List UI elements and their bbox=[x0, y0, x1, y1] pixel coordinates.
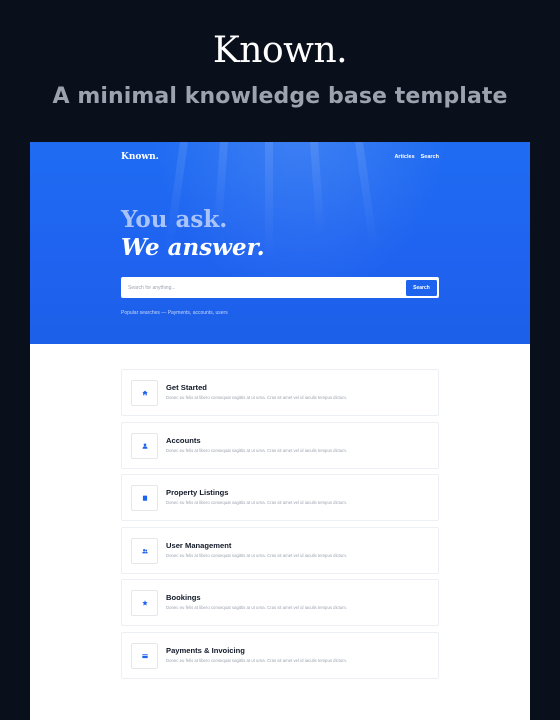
category-description: Donec eu felis at libero consequat sagit… bbox=[166, 657, 348, 663]
search-bar: Search bbox=[121, 277, 439, 298]
building-icon bbox=[131, 485, 158, 512]
category-description: Donec eu felis at libero consequat sagit… bbox=[166, 395, 348, 400]
category-card-accounts[interactable]: Accounts Donec eu felis at libero conseq… bbox=[121, 421, 439, 469]
top-nav: Known. Articles Search bbox=[121, 151, 439, 163]
star-icon bbox=[131, 590, 158, 617]
category-title: User Management bbox=[166, 540, 232, 550]
category-description: Donec eu felis at libero consequat sagit… bbox=[166, 605, 348, 611]
site-preview-frame: Known. Articles Search You ask. We answe… bbox=[30, 142, 530, 720]
search-button[interactable]: Search bbox=[406, 279, 437, 296]
headline-line-1: You ask. bbox=[121, 206, 228, 233]
category-title: Bookings bbox=[166, 593, 201, 603]
category-list: Get Started Donec eu felis at libero con… bbox=[121, 369, 439, 685]
nav-links: Articles Search bbox=[394, 154, 439, 160]
promo-subtitle: A minimal knowledge base template bbox=[52, 84, 508, 109]
promo-title: Known. bbox=[212, 30, 348, 71]
category-title: Get Started bbox=[166, 383, 207, 392]
brand-logo[interactable]: Known. bbox=[121, 152, 159, 162]
headline-line-2: We answer. bbox=[121, 234, 265, 261]
search-input[interactable] bbox=[128, 284, 406, 291]
category-card-payments-invoicing[interactable]: Payments & Invoicing Donec eu felis at l… bbox=[121, 631, 439, 679]
category-title: Property Listings bbox=[166, 488, 229, 498]
category-title: Payments & Invoicing bbox=[166, 645, 245, 655]
users-icon bbox=[131, 537, 158, 564]
popular-searches: Popular searches — Payments, accounts, u… bbox=[121, 310, 228, 316]
hero-headline: You ask. We answer. bbox=[121, 206, 265, 262]
category-card-bookings[interactable]: Bookings Donec eu felis at libero conseq… bbox=[121, 579, 439, 627]
home-icon bbox=[131, 380, 158, 406]
hero-section: Known. Articles Search You ask. We answe… bbox=[30, 142, 530, 344]
category-description: Donec eu felis at libero consequat sagit… bbox=[166, 500, 348, 506]
user-icon bbox=[131, 432, 158, 459]
category-card-property-listings[interactable]: Property Listings Donec eu felis at libe… bbox=[121, 474, 439, 522]
category-description: Donec eu felis at libero consequat sagit… bbox=[166, 552, 348, 558]
category-card-get-started[interactable]: Get Started Donec eu felis at libero con… bbox=[121, 369, 439, 416]
credit-card-icon bbox=[131, 642, 158, 669]
nav-link-search[interactable]: Search bbox=[421, 154, 439, 160]
category-card-user-management[interactable]: User Management Donec eu felis at libero… bbox=[121, 526, 439, 574]
nav-link-articles[interactable]: Articles bbox=[394, 154, 414, 160]
category-description: Donec eu felis at libero consequat sagit… bbox=[166, 447, 348, 453]
category-title: Accounts bbox=[166, 435, 201, 445]
